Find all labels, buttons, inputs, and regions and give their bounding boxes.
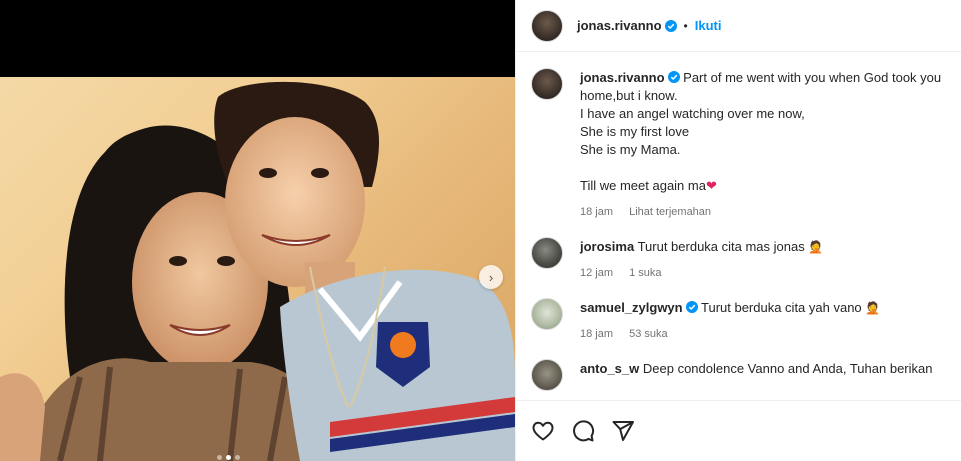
comment-text: Turut berduka cita mas jonas xyxy=(637,239,805,254)
share-button[interactable] xyxy=(610,418,636,444)
comment-row: samuel_zylgwyn Turut berduka cita yah va… xyxy=(531,298,961,343)
author-avatar[interactable] xyxy=(531,9,563,42)
caption-line-6: Till we meet again ma❤ xyxy=(580,177,961,195)
action-bar xyxy=(516,400,961,461)
share-icon xyxy=(612,421,634,441)
header-separator: • xyxy=(683,18,688,33)
caption-body: jonas.rivanno Part of me went with you w… xyxy=(580,68,961,221)
caption-line-2: I have an angel watching over me now, xyxy=(580,106,805,121)
comment-time[interactable]: 18 jam xyxy=(580,328,613,340)
commenter-avatar[interactable] xyxy=(531,298,563,330)
chevron-right-icon: › xyxy=(488,269,494,285)
post-media: › xyxy=(0,0,515,461)
caption-row: jonas.rivanno Part of me went with you w… xyxy=(531,68,961,221)
verified-badge-icon xyxy=(664,19,677,32)
caption-time[interactable]: 18 jam xyxy=(580,206,613,218)
caption-meta: 18 jam Lihat terjemahan xyxy=(580,203,961,221)
commenter-username[interactable]: samuel_zylgwyn xyxy=(580,300,683,315)
facepalm-emoji: 🤦 xyxy=(865,301,881,315)
commenter-username[interactable]: anto_s_w xyxy=(580,361,639,376)
verified-badge-icon xyxy=(667,71,680,83)
red-heart-emoji: ❤ xyxy=(705,178,717,193)
post-photo xyxy=(0,77,515,461)
caption-line-3: She is my first love xyxy=(580,124,690,139)
comment-row: anto_s_w Deep condolence Vanno and Anda,… xyxy=(531,359,961,391)
caption-line-blank xyxy=(580,159,961,177)
carousel-dot xyxy=(235,455,240,460)
post-sidebar: jonas.rivanno • Ikuti jonas.rivanno Part… xyxy=(515,0,961,461)
comment-body: samuel_zylgwyn Turut berduka cita yah va… xyxy=(580,298,961,343)
caption-line-6-text: Till we meet again ma xyxy=(580,178,706,193)
commenter-username[interactable]: jorosima xyxy=(580,239,634,254)
carousel-indicator xyxy=(217,455,240,460)
comment-body: jorosima Turut berduka cita mas jonas 🤦 … xyxy=(580,237,961,282)
comment-likes[interactable]: 1 suka xyxy=(629,267,661,279)
carousel-dot xyxy=(217,455,222,460)
facepalm-emoji: 🤦 xyxy=(808,240,824,254)
comment-meta: 12 jam 1 suka xyxy=(580,264,961,282)
comment-body: anto_s_w Deep condolence Vanno and Anda,… xyxy=(580,359,961,391)
verified-badge-icon xyxy=(685,301,698,313)
follow-button[interactable]: Ikuti xyxy=(695,18,722,33)
like-button[interactable] xyxy=(530,418,556,444)
comment-button[interactable] xyxy=(570,418,596,444)
caption-line-4: She is my Mama. xyxy=(580,142,681,157)
comment-text: Deep condolence Vanno and Anda, Tuhan be… xyxy=(642,361,933,376)
caption-avatar[interactable] xyxy=(531,68,563,100)
comment-likes[interactable]: 53 suka xyxy=(629,328,668,340)
carousel-next-button[interactable]: › xyxy=(479,265,503,289)
author-username[interactable]: jonas.rivanno xyxy=(577,18,662,33)
commenter-avatar[interactable] xyxy=(531,237,563,269)
comment-row: jorosima Turut berduka cita mas jonas 🤦 … xyxy=(531,237,961,282)
photo-illustration xyxy=(0,81,515,461)
caption-username[interactable]: jonas.rivanno xyxy=(580,70,665,85)
see-translation-link[interactable]: Lihat terjemahan xyxy=(629,206,711,218)
comment-text: Turut berduka cita yah vano xyxy=(701,300,862,315)
comment-icon xyxy=(573,420,595,442)
post-header: jonas.rivanno • Ikuti xyxy=(516,0,961,52)
commenter-avatar[interactable] xyxy=(531,359,563,391)
comment-time[interactable]: 12 jam xyxy=(580,267,613,279)
heart-icon xyxy=(532,421,554,441)
carousel-dot-active xyxy=(226,455,231,460)
comment-meta: 18 jam 53 suka xyxy=(580,325,961,343)
comments-list[interactable]: jonas.rivanno Part of me went with you w… xyxy=(516,52,961,400)
